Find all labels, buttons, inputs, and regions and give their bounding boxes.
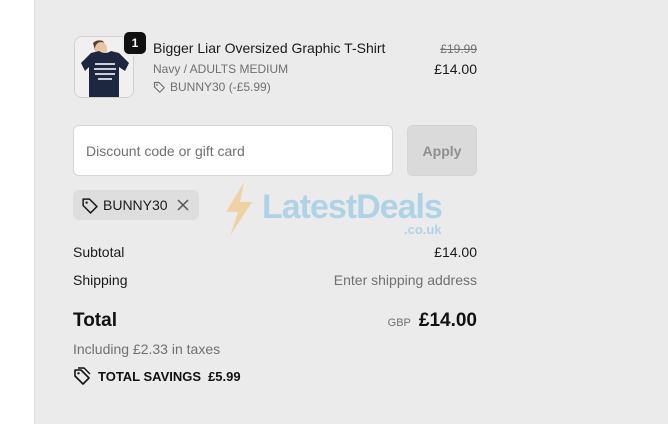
checkout-main-pane — [0, 0, 35, 424]
subtotal-value: £14.00 — [434, 244, 477, 260]
product-price: £14.00 — [434, 61, 477, 77]
product-discount-line: BUNNY30 (-£5.99) — [153, 80, 271, 94]
applied-discount-code: BUNNY30 — [103, 197, 168, 213]
taxes-note: Including £2.33 in taxes — [73, 341, 221, 357]
apply-button[interactable]: Apply — [407, 125, 477, 176]
savings-label: TOTAL SAVINGS — [98, 368, 202, 384]
latestdeals-watermark: LatestDeals .co.uk — [218, 180, 458, 240]
applied-discount-chip: BUNNY30 — [73, 190, 199, 220]
remove-discount-icon[interactable] — [177, 199, 189, 211]
shipping-label: Shipping — [73, 272, 128, 288]
total-amount: GBP £14.00 — [388, 310, 477, 332]
product-variant: Navy / ADULTS MEDIUM — [153, 62, 289, 76]
quantity-badge: 1 — [122, 30, 148, 56]
discount-code-input[interactable] — [73, 125, 393, 176]
subtotal-label: Subtotal — [73, 244, 125, 260]
discount-tag-icon — [153, 81, 165, 93]
product-thumbnail-wrapper: 1 — [74, 30, 148, 98]
product-title: Bigger Liar Oversized Graphic T-Shirt — [153, 40, 386, 56]
shipping-value: Enter shipping address — [333, 272, 477, 288]
total-label: Total — [73, 310, 117, 331]
savings-value: £5.99 — [208, 368, 241, 384]
product-discount-text: BUNNY30 (-£5.99) — [170, 80, 271, 94]
product-original-price: £19.99 — [440, 42, 477, 56]
total-savings: TOTAL SAVINGS £5.99 — [73, 367, 241, 385]
savings-tag-icon — [74, 367, 91, 385]
currency-code: GBP — [387, 317, 411, 329]
total-value: £14.00 — [418, 310, 477, 331]
tag-icon — [81, 197, 98, 214]
lightning-bolt-icon — [226, 182, 252, 236]
watermark-subtext: .co.uk — [404, 222, 442, 237]
